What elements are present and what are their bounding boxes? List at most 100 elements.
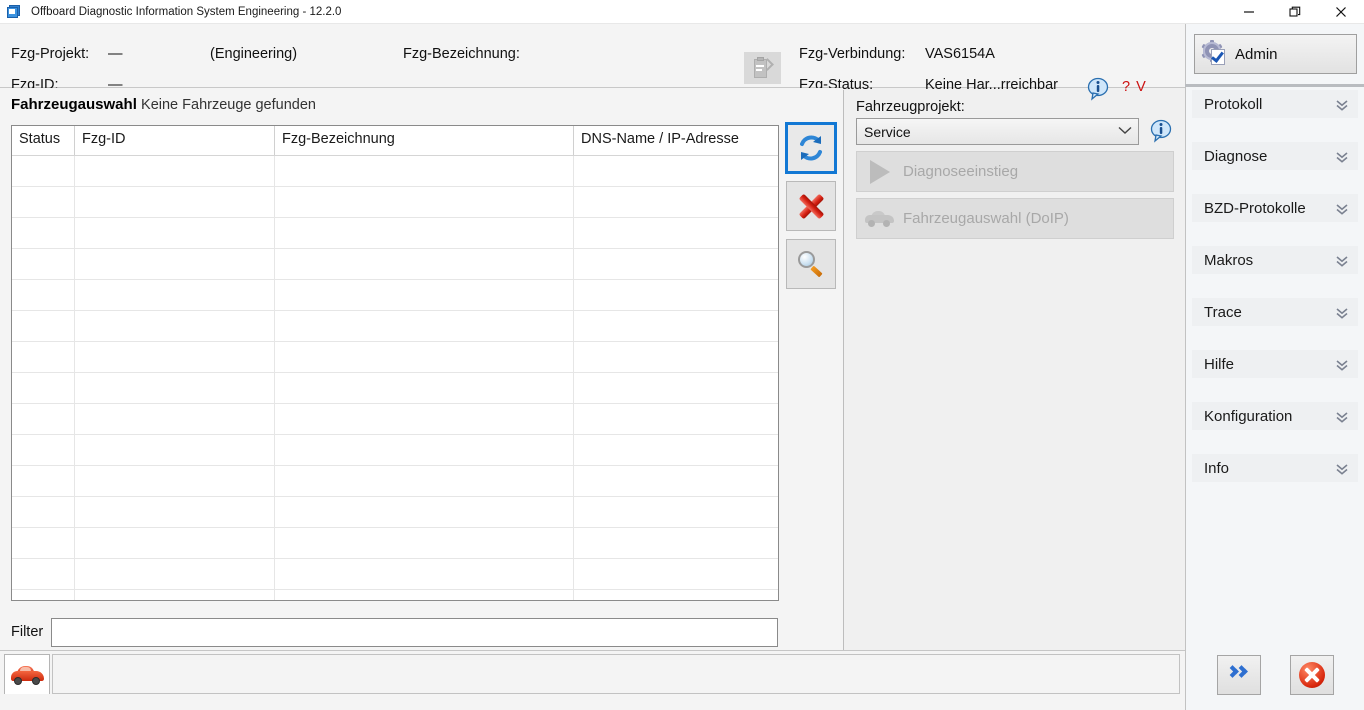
clipboard-edit-button[interactable] [744, 52, 781, 84]
table-row[interactable] [12, 590, 778, 600]
table-cell [75, 311, 275, 341]
column-header-fzg-bezeichnung[interactable]: Fzg-Bezeichnung [275, 126, 574, 155]
filter-input[interactable] [51, 618, 778, 647]
double-chevron-right-icon [1226, 665, 1252, 685]
double-chevron-down-icon [1335, 150, 1348, 163]
sidebar-item-bzd-protokolle[interactable]: BZD-Protokolle [1192, 194, 1358, 222]
table-cell [574, 590, 778, 600]
sidebar-item-konfiguration[interactable]: Konfiguration [1192, 402, 1358, 430]
double-chevron-down-icon [1335, 462, 1348, 475]
table-row[interactable] [12, 435, 778, 466]
red-car-icon [10, 665, 44, 685]
column-header-fzg-id[interactable]: Fzg-ID [75, 126, 275, 155]
section-title: Fahrzeugauswahl Keine Fahrzeuge gefunden [11, 96, 316, 113]
table-row[interactable] [12, 311, 778, 342]
table-cell [275, 342, 574, 372]
double-chevron-down-icon [1335, 254, 1348, 267]
status-value-text: Keine Har...rreichbar [925, 77, 1058, 93]
refresh-button[interactable] [785, 122, 837, 174]
engineering-tag: (Engineering) [210, 46, 297, 70]
vehicle-project-select[interactable]: Service [856, 118, 1139, 145]
next-button[interactable] [1217, 655, 1261, 695]
status-info-icon[interactable] [1087, 77, 1111, 101]
table-cell [75, 342, 275, 372]
table-row[interactable] [12, 528, 778, 559]
double-chevron-down-icon [1335, 98, 1348, 111]
sidebar-separator [1185, 84, 1364, 87]
table-cell [12, 404, 75, 434]
section-subtitle-text: Keine Fahrzeuge gefunden [141, 97, 316, 113]
table-cell [75, 187, 275, 217]
vehicle-table[interactable]: Status Fzg-ID Fzg-Bezeichnung DNS-Name /… [11, 125, 779, 601]
table-cell [574, 497, 778, 527]
table-row[interactable] [12, 249, 778, 280]
table-cell [574, 218, 778, 248]
column-header-dns-ip[interactable]: DNS-Name / IP-Adresse [574, 126, 778, 155]
play-icon [857, 159, 903, 184]
double-chevron-down-icon [1335, 358, 1348, 371]
table-cell [574, 280, 778, 310]
close-button[interactable] [1318, 0, 1364, 24]
table-row[interactable] [12, 187, 778, 218]
sidebar-item-trace[interactable]: Trace [1192, 298, 1358, 326]
table-row[interactable] [12, 466, 778, 497]
table-cell [275, 249, 574, 279]
table-cell [275, 590, 574, 600]
fahrzeugauswahl-doip-button[interactable]: Fahrzeugauswahl (DoIP) [856, 198, 1174, 239]
window-controls [1226, 0, 1364, 24]
diagnoseeinstieg-button[interactable]: Diagnoseeinstieg [856, 151, 1174, 192]
table-cell [275, 156, 574, 186]
close-circle-icon [1299, 662, 1325, 688]
maximize-restore-button[interactable] [1272, 0, 1318, 24]
admin-button[interactable]: Admin [1194, 34, 1357, 74]
clipboard-edit-icon [753, 57, 774, 79]
table-row[interactable] [12, 404, 778, 435]
chevron-down-icon [1112, 126, 1138, 138]
sidebar-item-makros[interactable]: Makros [1192, 246, 1358, 274]
table-cell [12, 497, 75, 527]
table-cell [75, 590, 275, 600]
close-app-button[interactable] [1290, 655, 1334, 695]
vehicle-project-selected-value: Service [864, 123, 911, 140]
delete-button[interactable] [786, 181, 836, 231]
table-row[interactable] [12, 156, 778, 187]
sidebar-item-label: Info [1204, 459, 1230, 477]
column-header-status[interactable]: Status [12, 126, 75, 155]
magnifier-icon [797, 250, 825, 278]
table-cell [75, 435, 275, 465]
table-cell [12, 466, 75, 496]
table-cell [574, 156, 778, 186]
table-cell [12, 311, 75, 341]
table-row[interactable] [12, 218, 778, 249]
sidebar-item-diagnose[interactable]: Diagnose [1192, 142, 1358, 170]
double-chevron-down-icon [1335, 202, 1348, 215]
project-label: Fzg-Projekt: [11, 46, 89, 70]
table-cell [75, 280, 275, 310]
search-button[interactable] [786, 239, 836, 289]
table-cell [275, 528, 574, 558]
table-cell [275, 435, 574, 465]
table-cell [275, 311, 574, 341]
sidebar-item-hilfe[interactable]: Hilfe [1192, 350, 1358, 378]
help-version-indicator[interactable]: ? V [1122, 79, 1147, 95]
vehicle-tab[interactable] [4, 654, 50, 694]
sidebar-item-info[interactable]: Info [1192, 454, 1358, 482]
sidebar-item-label: BZD-Protokolle [1204, 199, 1306, 217]
table-row[interactable] [12, 280, 778, 311]
admin-label: Admin [1235, 45, 1278, 63]
sidebar-item-protokoll[interactable]: Protokoll [1192, 90, 1358, 118]
project-info-icon[interactable] [1150, 119, 1174, 143]
table-row[interactable] [12, 497, 778, 528]
table-row[interactable] [12, 373, 778, 404]
table-cell [75, 156, 275, 186]
table-cell [12, 218, 75, 248]
table-row[interactable] [12, 559, 778, 590]
sidebar-item-label: Protokoll [1204, 95, 1263, 113]
table-cell [12, 156, 75, 186]
table-cell [75, 373, 275, 403]
table-row[interactable] [12, 342, 778, 373]
minimize-button[interactable] [1226, 0, 1272, 24]
designation-label-text: Fzg-Bezeichnung: [403, 46, 520, 62]
sidebar-item-label: Hilfe [1204, 355, 1235, 373]
sidebar-item-label: Makros [1204, 251, 1254, 269]
